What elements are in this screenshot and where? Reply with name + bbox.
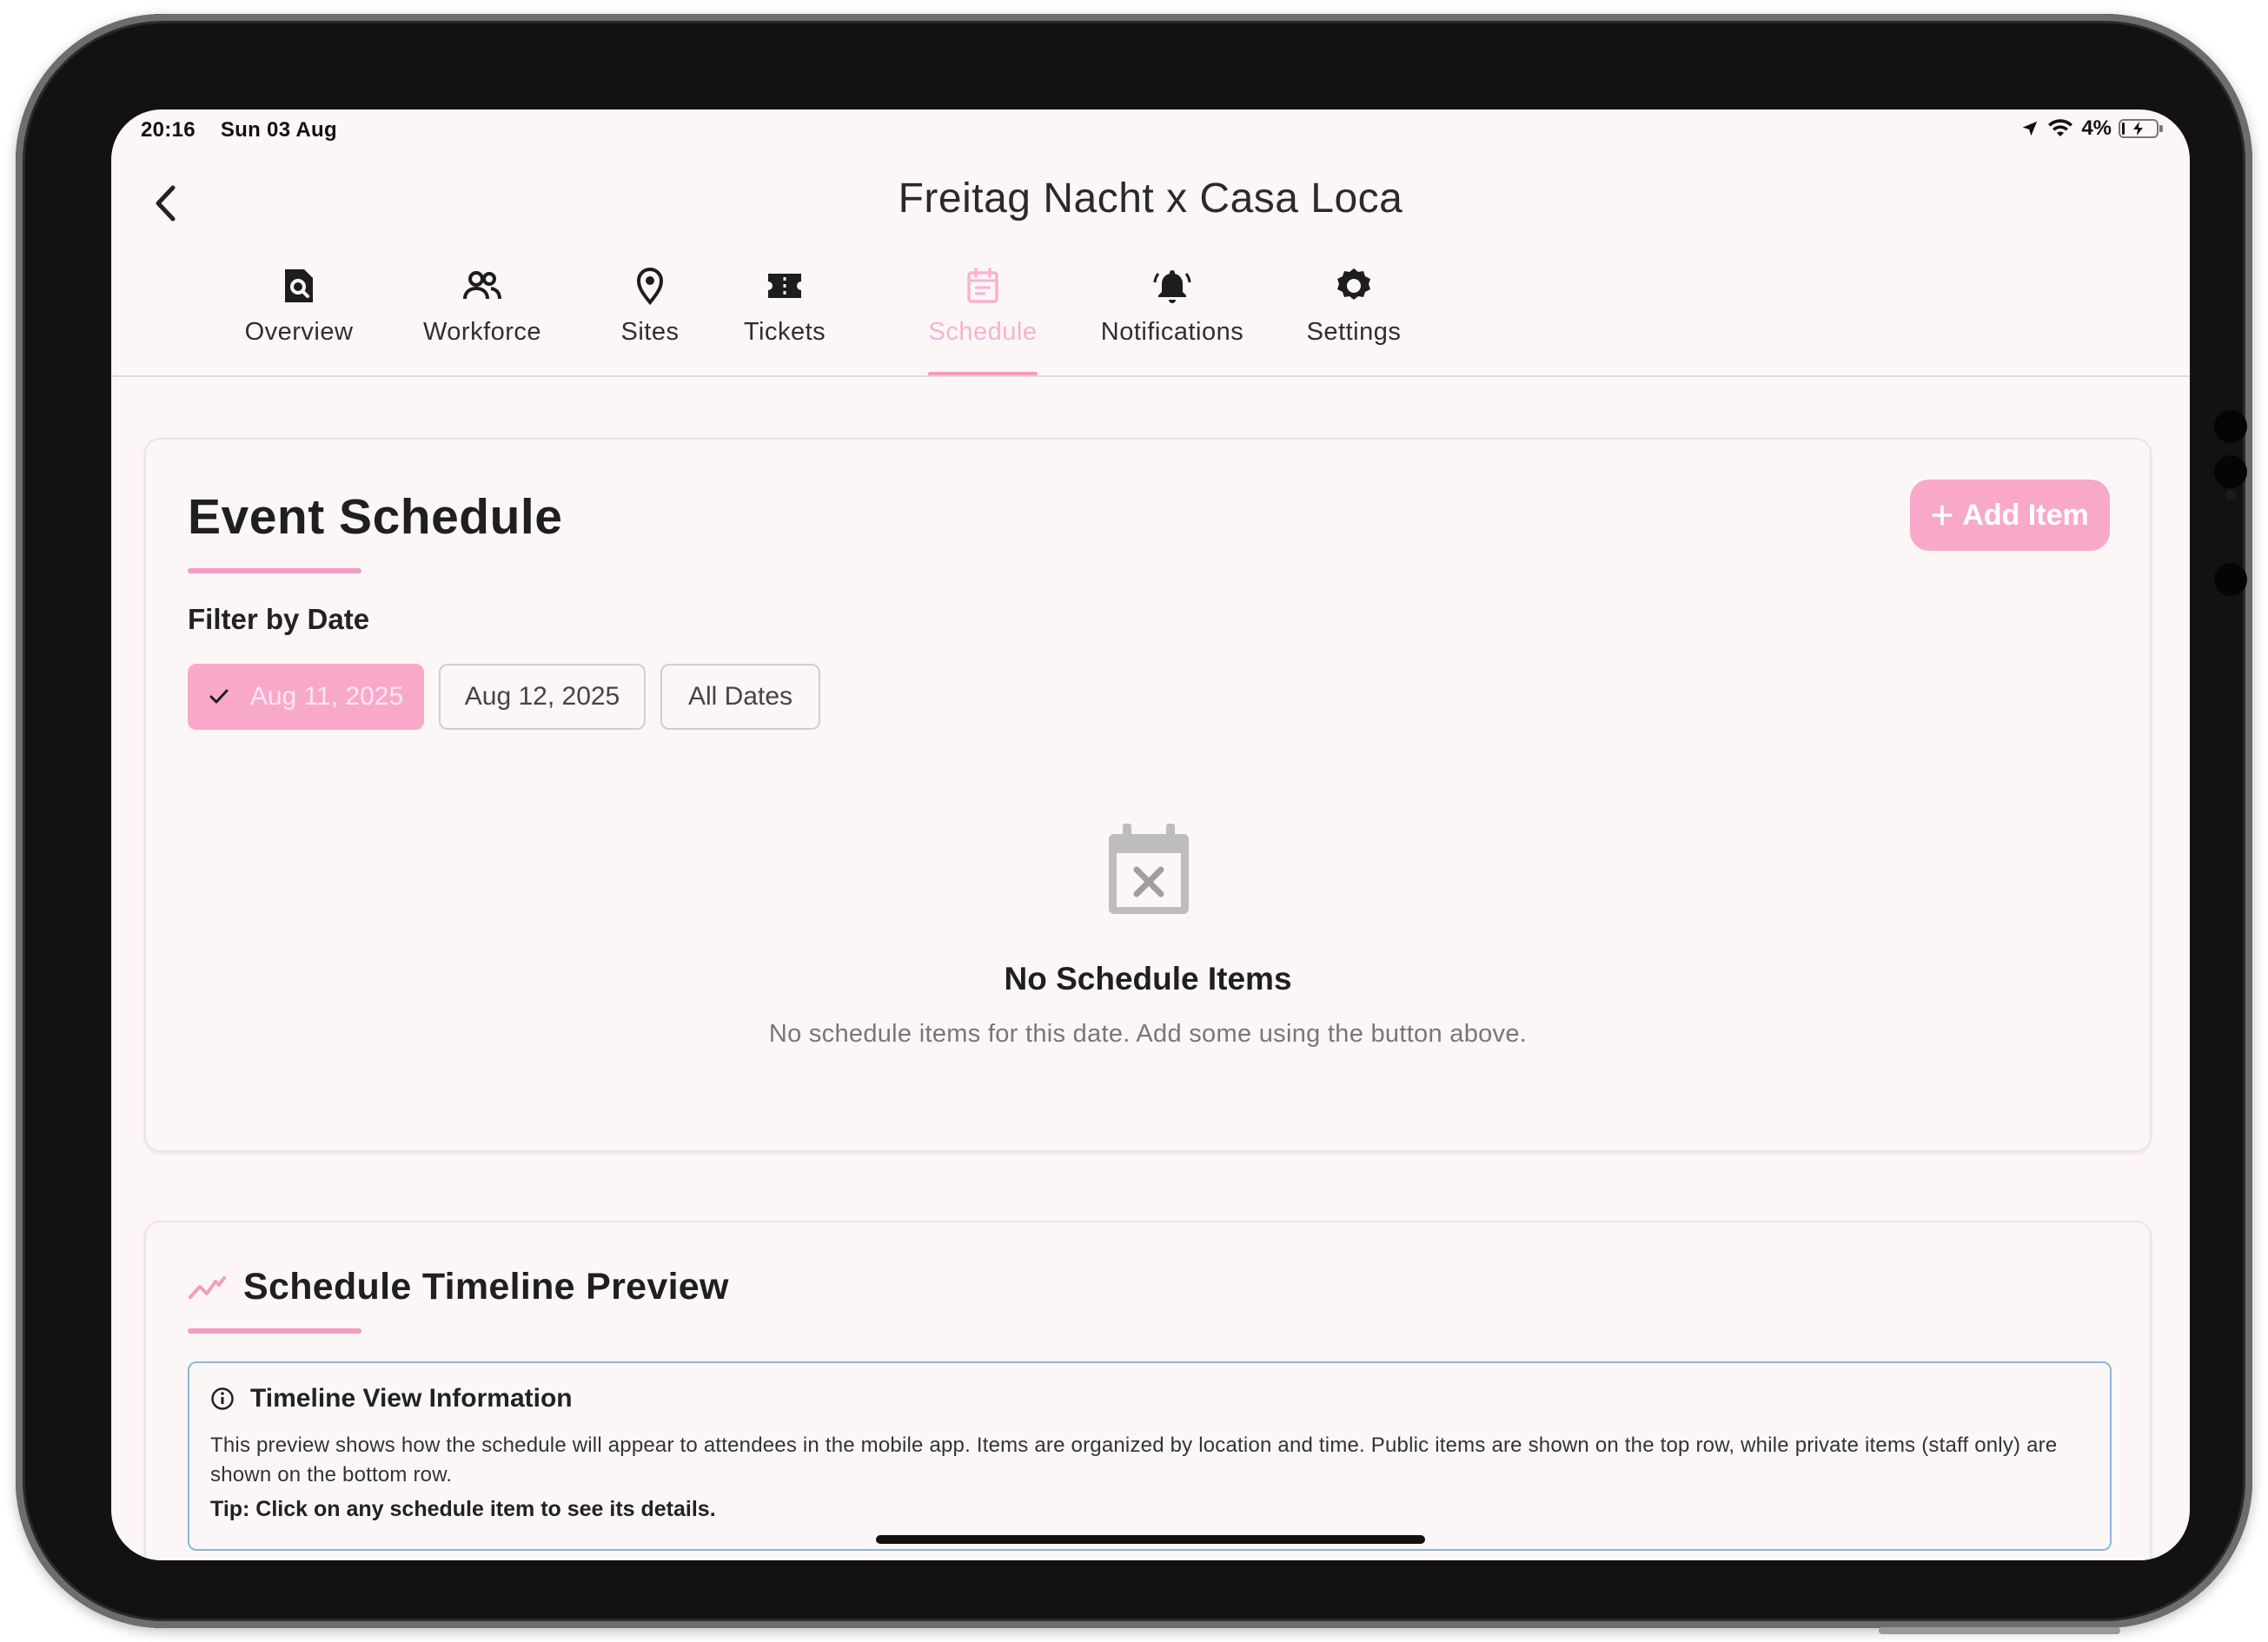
tabs-divider (111, 375, 2190, 377)
page-title: Freitag Nacht x Casa Loca (898, 175, 1403, 222)
tab-workforce[interactable]: Workforce (395, 266, 569, 347)
check-icon (209, 689, 229, 704)
status-bar-right: 4% (2020, 116, 2163, 141)
plus-icon (1932, 505, 1953, 526)
wifi-icon (2048, 119, 2073, 136)
tab-overview[interactable]: Overview (229, 266, 368, 347)
add-item-button[interactable]: Add Item (1910, 480, 2110, 551)
calendar-remove-icon (1109, 824, 1189, 914)
empty-state-title: No Schedule Items (1004, 961, 1292, 996)
app-screen: 20:16 Sun 03 Aug 4% Freitag Nacht x Casa… (111, 109, 2190, 1560)
date-chip-all-dates[interactable]: All Dates (660, 664, 820, 730)
volume-button (1990, 1627, 2120, 1634)
trending-line-icon (189, 1275, 226, 1299)
tab-label: Tickets (743, 318, 826, 346)
info-icon (211, 1387, 234, 1410)
calendar-icon (967, 268, 998, 303)
ticket-icon (768, 274, 801, 298)
info-tip: Tip: Click on any schedule item to see i… (210, 1497, 716, 1521)
tab-notifications[interactable]: Notifications (1085, 266, 1259, 347)
date-chip-aug-12[interactable]: Aug 12, 2025 (439, 664, 646, 730)
title-accent-bar (188, 1328, 361, 1334)
timeline-header: Schedule Timeline Preview (188, 1266, 729, 1308)
status-date: Sun 03 Aug (220, 118, 337, 142)
status-bar-left: 20:16 Sun 03 Aug (141, 118, 356, 142)
battery-icon (2119, 119, 2163, 138)
tab-label: Notifications (1100, 318, 1244, 346)
tab-label: Overview (244, 318, 354, 346)
home-indicator[interactable] (876, 1535, 1425, 1544)
chip-label: All Dates (687, 682, 793, 711)
tab-label: Workforce (422, 318, 542, 346)
timeline-title: Schedule Timeline Preview (243, 1266, 729, 1308)
front-camera (2214, 455, 2247, 488)
info-body: This preview shows how the schedule will… (210, 1433, 2058, 1486)
timeline-info-box: Timeline View Information This preview s… (188, 1361, 2112, 1551)
tab-tickets[interactable]: Tickets (733, 266, 837, 347)
location-arrow-icon (2023, 121, 2038, 136)
camera-indicator (2225, 490, 2236, 500)
tab-settings[interactable]: Settings (1293, 266, 1415, 347)
add-item-label: Add Item (1962, 498, 2089, 532)
tab-label: Sites (620, 318, 680, 346)
timeline-preview-card: Schedule Timeline Preview Timeline View … (144, 1221, 2152, 1560)
tab-sites[interactable]: Sites (607, 266, 693, 347)
chip-label: Aug 11, 2025 (249, 682, 404, 711)
people-icon (463, 271, 501, 300)
document-search-icon (285, 269, 313, 302)
empty-state-description: No schedule items for this date. Add som… (768, 1020, 1528, 1048)
side-sensor (2214, 410, 2247, 443)
tab-schedule[interactable]: Schedule (922, 266, 1044, 347)
ambient-sensor (2214, 563, 2247, 596)
filter-label: Filter by Date (188, 603, 370, 635)
section-title: Event Schedule (188, 489, 563, 545)
tab-label: Schedule (928, 318, 1038, 346)
charging-bolt-icon (2133, 122, 2143, 136)
date-chip-aug-11[interactable]: Aug 11, 2025 (188, 664, 424, 730)
gear-icon (1337, 268, 1370, 300)
battery-fill (2122, 122, 2125, 135)
battery-percent: 4% (2081, 116, 2112, 140)
status-time: 20:16 (141, 118, 196, 142)
event-schedule-card: Event Schedule Add Item Filter by Date A… (144, 438, 2152, 1152)
info-title: Timeline View Information (250, 1384, 573, 1413)
location-pin-icon (636, 268, 664, 305)
bell-icon (1153, 270, 1191, 303)
chip-label: Aug 12, 2025 (464, 682, 620, 711)
tab-label: Settings (1306, 318, 1402, 346)
tablet-frame: 20:16 Sun 03 Aug 4% Freitag Nacht x Casa… (16, 14, 2252, 1628)
title-accent-bar (188, 568, 361, 573)
